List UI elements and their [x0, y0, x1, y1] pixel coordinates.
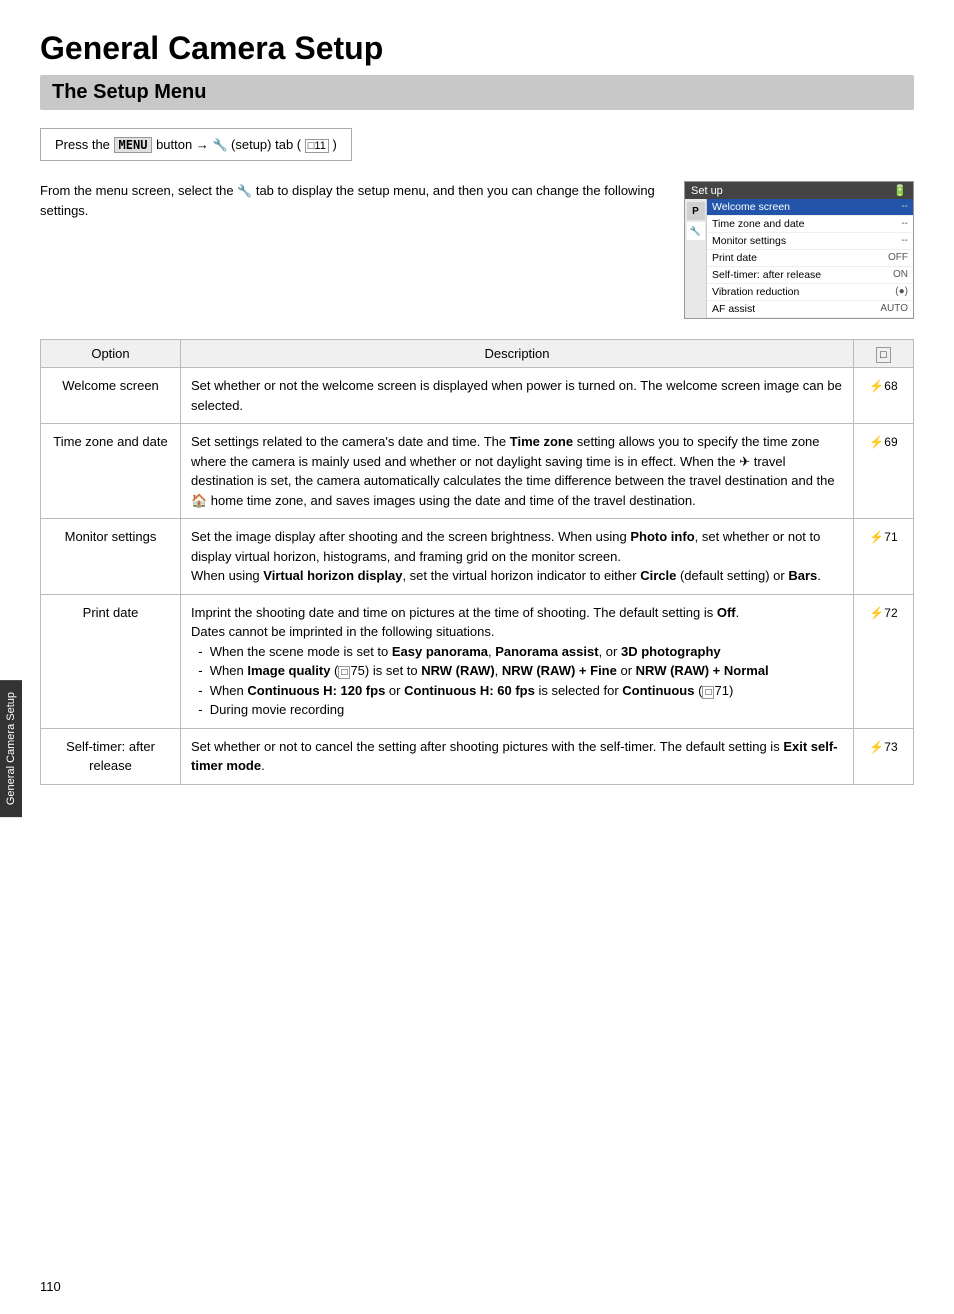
option-cell: Monitor settings — [41, 519, 181, 595]
ref-cell: ⚡73 — [854, 728, 914, 784]
menu-key: MENU — [114, 137, 153, 153]
intro-text: From the menu screen, select the 🔧 tab t… — [40, 181, 664, 319]
page-title: General Camera Setup — [40, 30, 914, 67]
description-cell: Imprint the shooting date and time on pi… — [181, 594, 854, 728]
camera-menu-tabs: P 🔧 — [685, 199, 707, 318]
camera-menu-item-label: AF assist — [712, 303, 755, 315]
book-ref: ⚡72 — [869, 606, 897, 620]
ref-cell: ⚡68 — [854, 368, 914, 424]
table-row: Welcome screen Set whether or not the we… — [41, 368, 914, 424]
intro-tab-icon: 🔧 — [237, 184, 252, 198]
table-row: Monitor settings Set the image display a… — [41, 519, 914, 595]
setup-tab-icon: 🔧 — [212, 138, 227, 152]
side-tab: General Camera Setup — [0, 680, 22, 817]
camera-menu-item: Self-timer: after release ON — [707, 267, 913, 284]
camera-menu-item-value: -- — [901, 235, 908, 247]
ref-cell: ⚡72 — [854, 594, 914, 728]
option-cell: Self-timer: after release — [41, 728, 181, 784]
camera-menu-item: Time zone and date -- — [707, 216, 913, 233]
camera-menu-item-label: Vibration reduction — [712, 286, 799, 298]
book-ref: ⚡68 — [869, 379, 897, 393]
table-header-ref: □ — [854, 340, 914, 368]
book-ref: ⚡71 — [869, 530, 897, 544]
description-cell: Set settings related to the camera's dat… — [181, 424, 854, 519]
camera-menu-item-value: AUTO — [880, 303, 908, 315]
table-row: Self-timer: after release Set whether or… — [41, 728, 914, 784]
book-ref: ⚡69 — [869, 435, 897, 449]
camera-tab-p: P — [687, 202, 705, 220]
camera-menu-item: AF assist AUTO — [707, 301, 913, 318]
battery-icon: 🔋 — [893, 184, 907, 197]
description-cell: Set whether or not the welcome screen is… — [181, 368, 854, 424]
book-ref: ⚡73 — [869, 740, 897, 754]
camera-menu-item-label: Time zone and date — [712, 218, 804, 230]
option-cell: Time zone and date — [41, 424, 181, 519]
camera-menu-item: Vibration reduction (●) — [707, 284, 913, 301]
camera-menu-item-value: ON — [893, 269, 908, 281]
instruction-box: Press the MENU button → 🔧 (setup) tab ( … — [40, 128, 352, 161]
description-cell: Set whether or not to cancel the setting… — [181, 728, 854, 784]
camera-menu-item-label: Self-timer: after release — [712, 269, 821, 281]
ref-cell: ⚡69 — [854, 424, 914, 519]
section-header: The Setup Menu — [40, 75, 914, 110]
option-cell: Welcome screen — [41, 368, 181, 424]
description-cell: Set the image display after shooting and… — [181, 519, 854, 595]
main-table: Option Description □ Welcome screen Set … — [40, 339, 914, 785]
camera-menu-item-value: -- — [901, 201, 908, 213]
camera-menu-item-label: Monitor settings — [712, 235, 786, 247]
intro-section: From the menu screen, select the 🔧 tab t… — [40, 181, 914, 319]
instruction-text-after: (setup) tab ( — [231, 137, 301, 152]
intro-text-part1: From the menu screen, select the — [40, 183, 237, 198]
camera-menu-item-value: -- — [901, 218, 908, 230]
camera-menu-item-value: (●) — [895, 286, 908, 298]
camera-menu-item-label: Print date — [712, 252, 757, 264]
camera-tab-setup: 🔧 — [687, 222, 705, 240]
camera-menu-item: Print date OFF — [707, 250, 913, 267]
ref-cell: ⚡71 — [854, 519, 914, 595]
instruction-text-middle: button → — [156, 137, 212, 152]
camera-menu-title: Set up 🔋 — [685, 182, 913, 199]
page-number: 110 — [40, 1279, 61, 1294]
instruction-text-before: Press the — [55, 137, 110, 152]
table-header-option: Option — [41, 340, 181, 368]
camera-menu-item-label: Welcome screen — [712, 201, 790, 213]
option-cell: Print date — [41, 594, 181, 728]
camera-menu-screenshot: Set up 🔋 P 🔧 Welcome screen -- Time zone… — [684, 181, 914, 319]
table-row: Print date Imprint the shooting date and… — [41, 594, 914, 728]
camera-menu-items: Welcome screen -- Time zone and date -- … — [707, 199, 913, 318]
camera-menu-item: Welcome screen -- — [707, 199, 913, 216]
instruction-book-ref: □11 — [305, 139, 329, 153]
table-row: Time zone and date Set settings related … — [41, 424, 914, 519]
table-header-description: Description — [181, 340, 854, 368]
camera-menu-body: P 🔧 Welcome screen -- Time zone and date… — [685, 199, 913, 318]
camera-menu-item-value: OFF — [888, 252, 908, 264]
camera-menu-item: Monitor settings -- — [707, 233, 913, 250]
instruction-text-close: ) — [332, 137, 336, 152]
